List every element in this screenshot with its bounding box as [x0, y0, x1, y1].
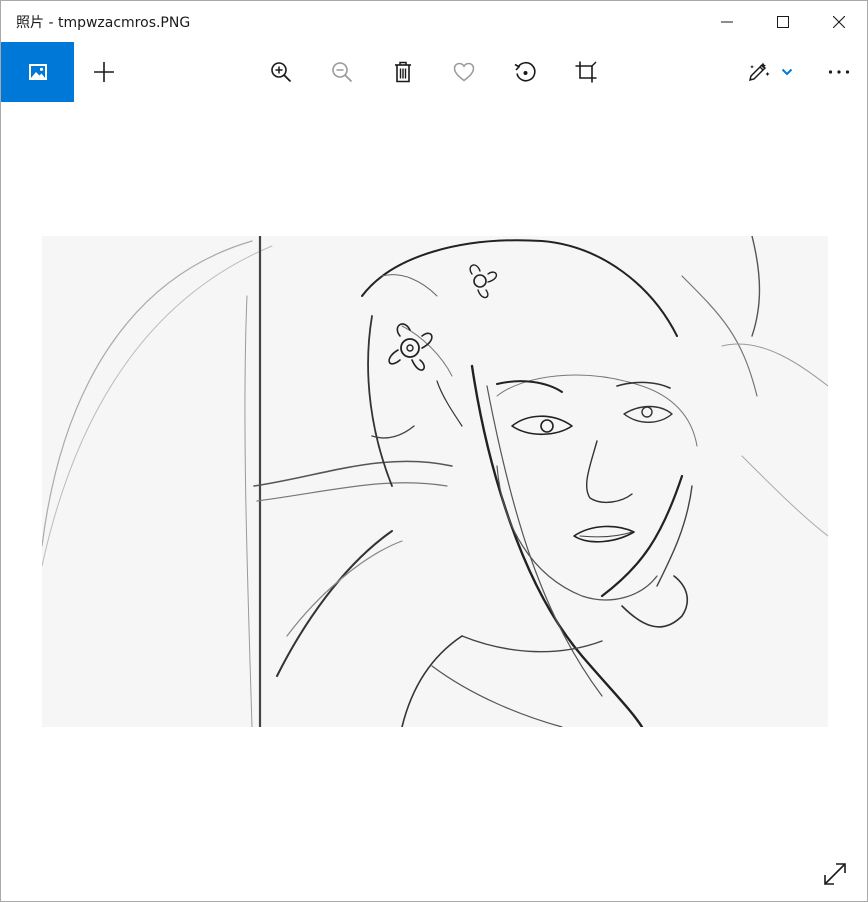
- fullscreen-button[interactable]: [813, 854, 857, 894]
- rotate-button[interactable]: [497, 42, 553, 102]
- edit-pen-icon: [748, 62, 770, 82]
- maximize-icon: [777, 15, 789, 28]
- edit-create-button[interactable]: [735, 42, 805, 102]
- zoom-in-button[interactable]: [253, 42, 309, 102]
- crop-icon: [575, 61, 597, 83]
- fullscreen-expand-icon: [824, 863, 846, 885]
- zoom-in-icon: [271, 62, 292, 83]
- toolbar: [1, 42, 867, 102]
- photos-app-window: 照片 - tmpwzacmros.PNG: [0, 0, 868, 902]
- add-button[interactable]: [76, 42, 132, 102]
- zoom-out-icon: [332, 62, 353, 83]
- close-button[interactable]: [811, 1, 867, 42]
- favorite-button[interactable]: [436, 42, 492, 102]
- window-title: 照片 - tmpwzacmros.PNG: [16, 15, 191, 31]
- chevron-down-icon: [781, 68, 793, 76]
- rotate-icon: [514, 62, 536, 82]
- more-options-button[interactable]: [811, 42, 867, 102]
- minimize-button[interactable]: [699, 1, 755, 42]
- crop-button[interactable]: [558, 42, 614, 102]
- title-bar: 照片 - tmpwzacmros.PNG: [1, 1, 867, 42]
- delete-button[interactable]: [375, 42, 431, 102]
- trash-icon: [395, 61, 411, 83]
- plus-icon: [94, 62, 114, 82]
- minimize-icon: [721, 21, 733, 22]
- sketch-drawing: [42, 236, 828, 727]
- zoom-out-button[interactable]: [314, 42, 370, 102]
- image-gallery-icon: [28, 64, 47, 80]
- maximize-button[interactable]: [755, 1, 811, 42]
- more-ellipsis-icon: [828, 70, 850, 74]
- photo-pencil-sketch: [42, 236, 828, 727]
- photo-canvas[interactable]: [1, 102, 867, 901]
- heart-icon: [453, 62, 475, 82]
- close-icon: [833, 15, 845, 28]
- gallery-button[interactable]: [1, 42, 74, 102]
